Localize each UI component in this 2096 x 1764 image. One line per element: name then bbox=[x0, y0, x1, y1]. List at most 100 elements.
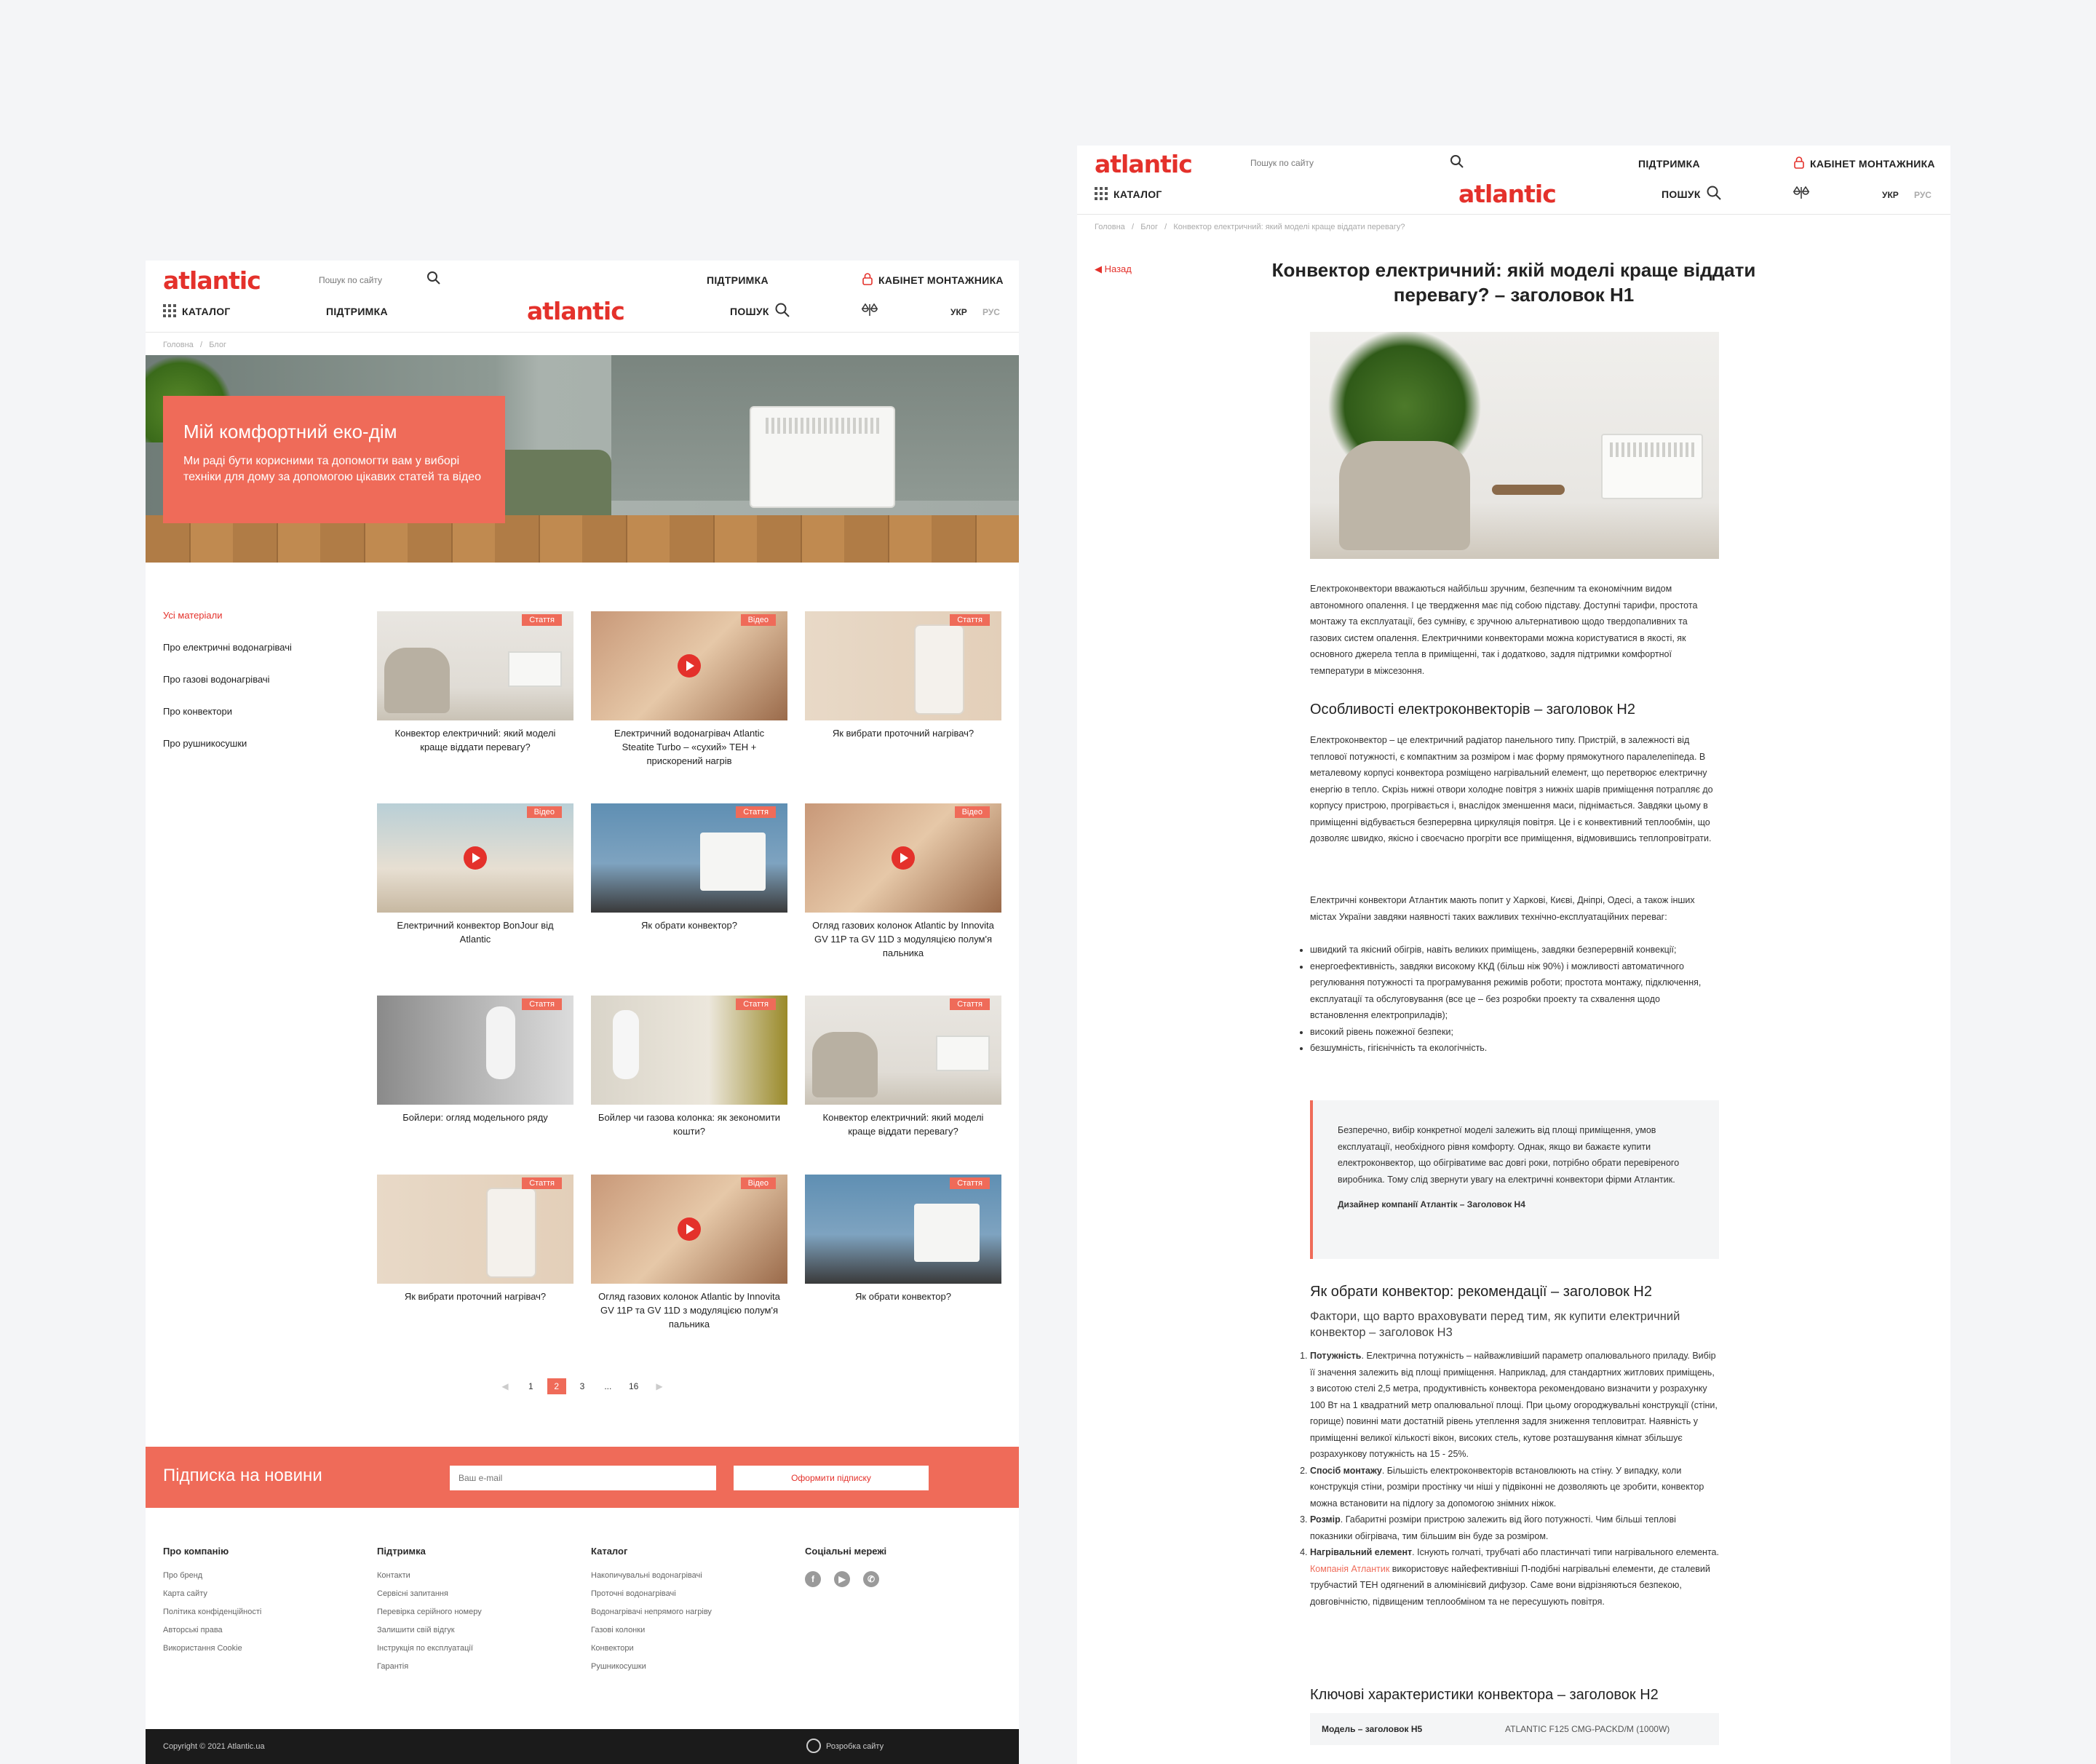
play-icon[interactable] bbox=[678, 654, 701, 678]
card-title[interactable]: Електричний конвектор BonJour від Atlant… bbox=[377, 918, 573, 946]
footer-link[interactable]: Про бренд bbox=[163, 1571, 360, 1589]
article-card[interactable]: Стаття Бойлер чи газова колонка: як зекон… bbox=[591, 996, 787, 1138]
logo-center[interactable]: atlantic bbox=[527, 297, 625, 325]
grid-icon[interactable] bbox=[163, 304, 176, 317]
card-title[interactable]: Конвектор електричний: який моделі краще… bbox=[805, 1111, 1001, 1138]
sidebar-item-all[interactable]: Усі матеріали bbox=[163, 610, 292, 642]
footer-link[interactable]: Політика конфіденційності bbox=[163, 1608, 360, 1626]
breadcrumb-home[interactable]: Головна bbox=[1095, 223, 1125, 231]
article-card[interactable]: Стаття Конвектор електричний: який моделі… bbox=[805, 996, 1001, 1138]
footer-link[interactable]: Газові колонки bbox=[591, 1626, 787, 1644]
nav-catalog[interactable]: КАТАЛОГ bbox=[182, 306, 231, 317]
card-thumbnail[interactable]: Відео bbox=[805, 803, 1001, 913]
footer-link[interactable]: Інструкція по експлуатації bbox=[377, 1644, 573, 1662]
card-title[interactable]: Електричний водонагрівач Atlantic Steati… bbox=[591, 726, 787, 768]
lang-rus[interactable]: РУС bbox=[982, 307, 1000, 317]
nav-support[interactable]: ПІДТРИМКА bbox=[1638, 158, 1700, 170]
lang-ukr[interactable]: УКР bbox=[1882, 190, 1899, 200]
search-input[interactable]: Пошук по сайту bbox=[1250, 158, 1314, 168]
card-thumbnail[interactable]: Стаття bbox=[591, 803, 787, 913]
card-title[interactable]: Як вибрати проточний нагрівач? bbox=[805, 726, 1001, 740]
nav-support[interactable]: ПІДТРИМКА bbox=[707, 274, 769, 286]
search-icon[interactable] bbox=[426, 271, 441, 285]
email-field[interactable] bbox=[450, 1466, 716, 1490]
card-title[interactable]: Як вибрати проточний нагрівач? bbox=[377, 1290, 573, 1303]
play-icon[interactable] bbox=[678, 1217, 701, 1241]
card-thumbnail[interactable]: Стаття bbox=[377, 1175, 573, 1284]
breadcrumb-blog[interactable]: Блог bbox=[1140, 223, 1158, 231]
article-card[interactable]: Стаття Як обрати конвектор? bbox=[591, 803, 787, 932]
lang-rus[interactable]: РУС bbox=[1914, 190, 1932, 200]
page-link[interactable]: 3 bbox=[573, 1378, 592, 1394]
breadcrumb-blog[interactable]: Блог bbox=[209, 341, 226, 349]
footer-link[interactable]: Накопичувальні водонагрівачі bbox=[591, 1571, 787, 1589]
card-thumbnail[interactable]: Стаття bbox=[805, 1175, 1001, 1284]
page-link-current[interactable]: 2 bbox=[547, 1378, 566, 1394]
prev-page-icon[interactable]: ◀ bbox=[496, 1378, 515, 1394]
nav-support-2[interactable]: ПІДТРИМКА bbox=[326, 306, 388, 317]
footer-link[interactable]: Залишити свій відгук bbox=[377, 1626, 573, 1644]
play-icon[interactable] bbox=[892, 846, 915, 870]
next-page-icon[interactable]: ▶ bbox=[650, 1378, 669, 1394]
nav-cabinet[interactable]: КАБІНЕТ МОНТАЖНИКА bbox=[878, 274, 1004, 286]
card-title[interactable]: Огляд газових колонок Atlantic by Innovi… bbox=[591, 1290, 787, 1331]
card-thumbnail[interactable]: Стаття bbox=[377, 996, 573, 1105]
footer-link[interactable]: Гарантія bbox=[377, 1662, 573, 1680]
card-title[interactable]: Огляд газових колонок Atlantic by Innovi… bbox=[805, 918, 1001, 960]
back-link[interactable]: ◀ Назад bbox=[1095, 263, 1132, 275]
card-thumbnail[interactable]: Стаття bbox=[591, 996, 787, 1105]
article-card[interactable]: Стаття Як вибрати проточний нагрівач? bbox=[377, 1175, 573, 1303]
card-title[interactable]: Бойлер чи газова колонка: як зекономити … bbox=[591, 1111, 787, 1138]
youtube-icon[interactable]: ▶ bbox=[834, 1571, 850, 1587]
card-thumbnail[interactable]: Стаття bbox=[805, 611, 1001, 720]
card-title[interactable]: Як обрати конвектор? bbox=[805, 1290, 1001, 1303]
footer-link[interactable]: Використання Cookie bbox=[163, 1644, 360, 1662]
search-input[interactable]: Пошук по сайту bbox=[319, 275, 382, 285]
footer-link[interactable]: Конвектори bbox=[591, 1644, 787, 1662]
play-icon[interactable] bbox=[464, 846, 487, 870]
developer-logo-icon[interactable] bbox=[806, 1739, 821, 1753]
search-icon[interactable] bbox=[774, 302, 790, 318]
card-title[interactable]: Як обрати конвектор? bbox=[591, 918, 787, 932]
lang-ukr[interactable]: УКР bbox=[950, 307, 967, 317]
page-link[interactable]: 1 bbox=[521, 1378, 540, 1394]
footer-link[interactable]: Водонагрівачі непрямого нагріву bbox=[591, 1608, 787, 1626]
logo-center[interactable]: atlantic bbox=[1458, 180, 1557, 208]
search-icon[interactable] bbox=[1450, 154, 1464, 169]
article-card[interactable]: Відео Огляд газових колонок Atlantic by I… bbox=[805, 803, 1001, 960]
page-link[interactable]: 16 bbox=[624, 1378, 643, 1394]
footer-link[interactable]: Сервісні запитання bbox=[377, 1589, 573, 1608]
developer-link[interactable]: Розробка сайту bbox=[826, 1742, 884, 1751]
card-thumbnail[interactable]: Стаття bbox=[377, 611, 573, 720]
card-title[interactable]: Бойлери: огляд модельного ряду bbox=[377, 1111, 573, 1124]
footer-link[interactable]: Контакти bbox=[377, 1571, 573, 1589]
sidebar-item-towel-dryers[interactable]: Про рушникосушки bbox=[163, 738, 292, 770]
logo[interactable]: atlantic bbox=[163, 266, 261, 295]
footer-link[interactable]: Карта сайту bbox=[163, 1589, 360, 1608]
footer-link[interactable]: Перевірка серійного номеру bbox=[377, 1608, 573, 1626]
footer-link[interactable]: Проточні водонагрівачі bbox=[591, 1589, 787, 1608]
breadcrumb-home[interactable]: Головна bbox=[163, 341, 194, 349]
grid-icon[interactable] bbox=[1095, 187, 1108, 200]
article-card[interactable]: Відео Огляд газових колонок Atlantic by I… bbox=[591, 1175, 787, 1331]
article-card[interactable]: Стаття Конвектор електричний: який моделі… bbox=[377, 611, 573, 754]
viber-icon[interactable]: ✆ bbox=[863, 1571, 879, 1587]
nav-search[interactable]: ПОШУК bbox=[730, 306, 769, 317]
article-card[interactable]: Відео Електричний водонагрівач Atlantic S… bbox=[591, 611, 787, 768]
sidebar-item-convectors[interactable]: Про конвектори bbox=[163, 706, 292, 738]
sidebar-item-gas-heaters[interactable]: Про газові водонагрівачі bbox=[163, 674, 292, 706]
article-card[interactable]: Відео Електричний конвектор BonJour від A… bbox=[377, 803, 573, 946]
nav-catalog[interactable]: КАТАЛОГ bbox=[1114, 188, 1162, 200]
facebook-icon[interactable]: f bbox=[805, 1571, 821, 1587]
sidebar-item-electric-heaters[interactable]: Про електричні водонагрівачі bbox=[163, 642, 292, 674]
footer-link[interactable]: Авторські права bbox=[163, 1626, 360, 1644]
footer-link[interactable]: Рушникосушки bbox=[591, 1662, 787, 1680]
article-card[interactable]: Стаття Як вибрати проточний нагрівач? bbox=[805, 611, 1001, 740]
logo[interactable]: atlantic bbox=[1095, 150, 1193, 178]
article-card[interactable]: Стаття Як обрати конвектор? bbox=[805, 1175, 1001, 1303]
compare-icon[interactable] bbox=[861, 303, 878, 317]
article-card[interactable]: Стаття Бойлери: огляд модельного ряду bbox=[377, 996, 573, 1124]
subscribe-button[interactable]: Оформити підписку bbox=[734, 1466, 929, 1490]
card-thumbnail[interactable]: Відео bbox=[591, 1175, 787, 1284]
card-thumbnail[interactable]: Відео bbox=[377, 803, 573, 913]
